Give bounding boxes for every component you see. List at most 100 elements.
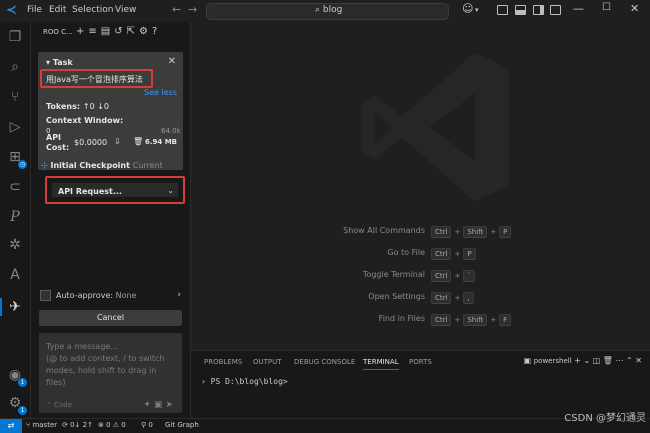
remote-indicator-icon[interactable]: ⇄ — [0, 419, 22, 433]
split-terminal-icon[interactable]: ◫ — [593, 356, 601, 365]
tab-ports[interactable]: PORTS — [409, 358, 432, 366]
export-icon[interactable]: ⇩ — [114, 137, 121, 146]
roo-settings-icon[interactable]: ⚙ — [139, 26, 152, 37]
git-graph-status[interactable]: Git Graph — [165, 421, 199, 429]
maximize-panel-icon[interactable]: ⌃ — [626, 356, 633, 365]
api-request-chevron-icon[interactable]: ⌄ — [167, 186, 174, 195]
maximize-icon[interactable]: ☐ — [602, 2, 611, 13]
terminal-shell-icon: ▣ — [523, 356, 532, 365]
new-task-icon[interactable]: + — [76, 26, 88, 37]
popout-icon[interactable]: ⇱ — [127, 26, 139, 37]
task-title: Task — [52, 58, 73, 67]
history-icon[interactable]: ↺ — [114, 26, 126, 37]
ports-status[interactable]: ⚲ 0 — [141, 421, 153, 429]
roo-cline-icon[interactable]: ✈ — [0, 298, 24, 316]
api-cost-row: $0.0000 — [74, 138, 108, 147]
terminal-toolbar: ▣ powershell + ⌄ ◫ 🗑 ⋯ ⌃ ✕ — [524, 356, 642, 365]
hint-find-in-files: Find in Files Ctrl + Shift + F — [191, 314, 650, 326]
toggle-secondary-sidebar-icon[interactable] — [533, 5, 544, 15]
extension-a-icon[interactable]: A — [6, 266, 24, 284]
more-actions-icon[interactable]: ⋯ — [616, 356, 624, 365]
accounts-badge-icon: 1 — [18, 378, 27, 387]
run-debug-icon[interactable]: ▷ — [6, 118, 24, 136]
delete-icon[interactable]: 🗑 — [133, 137, 143, 146]
tab-debug-console[interactable]: DEBUG CONSOLE — [294, 358, 355, 366]
source-control-icon[interactable]: ⑂ — [6, 88, 24, 106]
checkpoint-icon: ⊹ — [41, 161, 48, 170]
see-less-link[interactable]: See less — [144, 88, 177, 97]
auto-approve-checkbox[interactable] — [40, 290, 51, 301]
terminal-shell-name[interactable]: powershell — [534, 357, 572, 365]
search-view-icon[interactable]: ⌕ — [6, 58, 24, 76]
branch-status[interactable]: ⑂ master — [26, 421, 57, 429]
minimize-icon[interactable]: — — [573, 2, 584, 15]
tab-output[interactable]: OUTPUT — [253, 358, 282, 366]
hint-open-settings: Open Settings Ctrl +, — [191, 292, 650, 304]
task-size: 6.94 MB — [145, 138, 178, 146]
terminal-output[interactable]: › PS D:\blog\blog> — [201, 377, 288, 386]
accounts-icon[interactable]: ◉ 1 — [6, 366, 27, 387]
message-actions: ✦▣➤ — [143, 400, 176, 410]
command-center-search[interactable]: ⌕ blog — [206, 3, 449, 20]
context-window-row: Context Window: — [46, 116, 124, 125]
task-header[interactable]: ▾ Task — [46, 58, 73, 67]
api-request-label: API Request... — [58, 187, 122, 196]
auto-approve-chevron-icon[interactable]: › — [177, 290, 181, 300]
customize-layout-icon[interactable] — [550, 5, 561, 15]
task-content: 用Java写一个冒泡排序算法 — [46, 75, 143, 84]
roo-sidebar: ROO C... +≡▤↺⇱⚙? ▾ Task ✕ 用Java写一个冒泡排序算法… — [31, 22, 191, 418]
new-terminal-icon[interactable]: + — [574, 356, 581, 365]
message-placeholder: Type a message... (@ to add context, / t… — [46, 342, 165, 387]
hint-toggle-terminal: Toggle Terminal Ctrl + ` — [191, 270, 650, 282]
vscode-watermark-icon — [361, 52, 510, 202]
mode-selector[interactable]: ⌃ Code — [46, 401, 72, 409]
editor-area: Show All Commands Ctrl + Shift + P Go to Fil… — [191, 22, 650, 350]
api-request-row[interactable]: API Request... ⌄ — [45, 176, 185, 204]
close-panel-icon[interactable]: ✕ — [635, 356, 642, 365]
prompts-icon[interactable]: ▤ — [101, 26, 114, 37]
extensions-icon[interactable]: ⊞ ◷ — [6, 148, 27, 169]
menu-selection[interactable]: Selection — [72, 5, 113, 15]
copilot-chevron-icon[interactable]: ▾ — [475, 6, 479, 14]
auto-approve-row[interactable]: Auto-approve: None — [40, 290, 136, 301]
toggle-sidebar-icon[interactable] — [497, 5, 508, 15]
python-p-icon[interactable]: P — [6, 208, 24, 226]
status-bar: ⇄ ⑂ master ⟳ 0↓ 2↑ ⊗ 0 ⚠ 0 ⚲ 0 Git Graph… — [0, 413, 650, 433]
kill-terminal-icon[interactable]: 🗑 — [603, 356, 613, 365]
remote-explorer-icon[interactable]: ⊂ — [6, 178, 24, 196]
tab-terminal[interactable]: TERMINAL — [363, 358, 399, 370]
forward-arrow-icon[interactable]: → — [188, 3, 197, 16]
server-icon[interactable]: ≡ — [88, 26, 100, 37]
menu-edit[interactable]: Edit — [49, 5, 66, 15]
toggle-panel-icon[interactable] — [515, 5, 526, 15]
initial-checkpoint[interactable]: ⊹ Initial Checkpoint Current — [41, 161, 163, 170]
menu-view[interactable]: View — [115, 5, 136, 15]
context-window-max: 64.0k — [161, 127, 181, 135]
help-icon[interactable]: ? — [152, 26, 161, 37]
explorer-icon[interactable]: ❐ — [6, 28, 24, 46]
menu-file[interactable]: File — [27, 5, 42, 15]
tab-problems[interactable]: PROBLEMS — [204, 358, 242, 366]
extension-tool-icon[interactable]: ✲ — [6, 236, 24, 254]
close-window-icon[interactable]: ✕ — [630, 2, 639, 15]
message-input[interactable]: Type a message... (@ to add context, / t… — [39, 333, 182, 413]
image-icon[interactable]: ▣ — [154, 400, 166, 410]
hint-show-all-commands: Show All Commands Ctrl + Shift + P — [191, 226, 650, 238]
roo-toolbar: +≡▤↺⇱⚙? — [76, 26, 161, 37]
terminal-dropdown-icon[interactable]: ⌄ — [583, 356, 590, 365]
enhance-icon[interactable]: ✦ — [143, 400, 154, 410]
problems-status[interactable]: ⊗ 0 ⚠ 0 — [98, 421, 126, 429]
sync-status[interactable]: ⟳ 0↓ 2↑ — [62, 421, 93, 429]
task-close-icon[interactable]: ✕ — [168, 56, 176, 67]
send-icon[interactable]: ➤ — [165, 400, 176, 410]
csdn-watermark: CSDN @梦幻通灵 — [564, 413, 646, 424]
cancel-button[interactable]: Cancel — [39, 310, 182, 326]
copilot-icon[interactable]: ☺ — [462, 2, 473, 15]
search-text: blog — [322, 5, 343, 15]
vscode-logo-icon: ≺ — [6, 3, 17, 18]
settings-gear-icon[interactable]: ⚙ 1 — [6, 394, 27, 415]
search-icon: ⌕ — [315, 5, 321, 15]
api-cost-label: API Cost: — [46, 133, 70, 152]
back-arrow-icon[interactable]: ← — [172, 3, 181, 16]
settings-badge-icon: 1 — [18, 406, 27, 415]
